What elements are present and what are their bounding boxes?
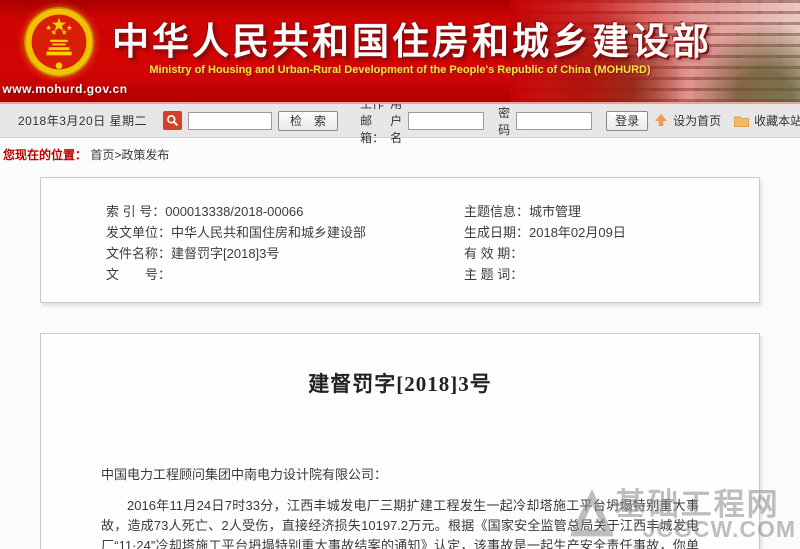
meta-row-generated-date: 生成日期：2018年02月09日 [464,225,626,240]
document-body-box: 建督罚字[2018]3号 中国电力工程顾问集团中南电力设计院有限公司： 2016… [40,333,760,549]
document-paragraph: 2016年11月24日7时33分，江西丰城发电厂三期扩建工程发生一起冷却塔施工平… [101,498,699,549]
meta-column-left: 索 引 号：000013338/2018-00066 发文单位：中华人民共和国住… [106,205,464,302]
site-banner: www.mohurd.gov.cn 中华人民共和国住房和城乡建设部 Minist… [0,0,800,104]
breadcrumb-path[interactable]: 首页>政策发布 [90,148,169,162]
site-subtitle-en: Ministry of Housing and Urban-Rural Deve… [149,64,651,76]
login-button[interactable]: 登录 [606,110,649,131]
site-title: 中华人民共和国住房和城乡建设部 [112,21,712,62]
meta-row-keywords: 主 题 词： [464,267,524,282]
document-title: 建督罚字[2018]3号 [308,372,492,396]
password-label: 密码 [498,105,511,137]
quick-links: 设为首页 收藏本站 [654,112,800,129]
arrow-up-icon [655,114,668,126]
bookmark-link[interactable]: 收藏本站 [754,112,800,129]
meta-row-validity: 有 效 期： [464,246,524,261]
document-meta-box: 索 引 号：000013338/2018-00066 发文单位：中华人民共和国住… [40,177,760,303]
meta-row-topic-info: 主题信息：城市管理 [464,204,582,219]
toolbar: 2018年3月20日 星期二 检 索 工作邮箱： 用户名 密码 登录 设为首页 … [0,97,800,145]
search-button[interactable]: 检 索 [278,110,339,131]
national-emblem-icon [24,7,94,77]
document-salutation: 中国电力工程顾问集团中南电力设计院有限公司： [101,467,388,482]
meta-row-file-name: 文件名称：建督罚字[2018]3号 [106,246,280,261]
meta-column-right: 主题信息：城市管理 生成日期：2018年02月09日 有 效 期： 主 题 词： [464,205,739,302]
folder-icon [734,116,750,127]
date-text: 2018年3月20日 星期二 [18,114,148,128]
site-url: www.mohurd.gov.cn [2,82,128,96]
meta-row-index-number: 索 引 号：000013338/2018-00066 [106,204,304,219]
password-input[interactable] [516,111,593,130]
emblem-area: www.mohurd.gov.cn [0,0,130,102]
search-input[interactable] [188,111,273,130]
search-icon [163,111,183,130]
meta-row-doc-number: 文 号： [106,267,172,282]
set-homepage-link[interactable]: 设为首页 [673,112,721,129]
breadcrumb-prefix: 您现在的位置： [3,148,88,162]
meta-row-issuing-unit: 发文单位：中华人民共和国住房和城乡建设部 [106,225,367,240]
username-input[interactable] [408,111,485,130]
page: www.mohurd.gov.cn 中华人民共和国住房和城乡建设部 Minist… [0,0,800,549]
